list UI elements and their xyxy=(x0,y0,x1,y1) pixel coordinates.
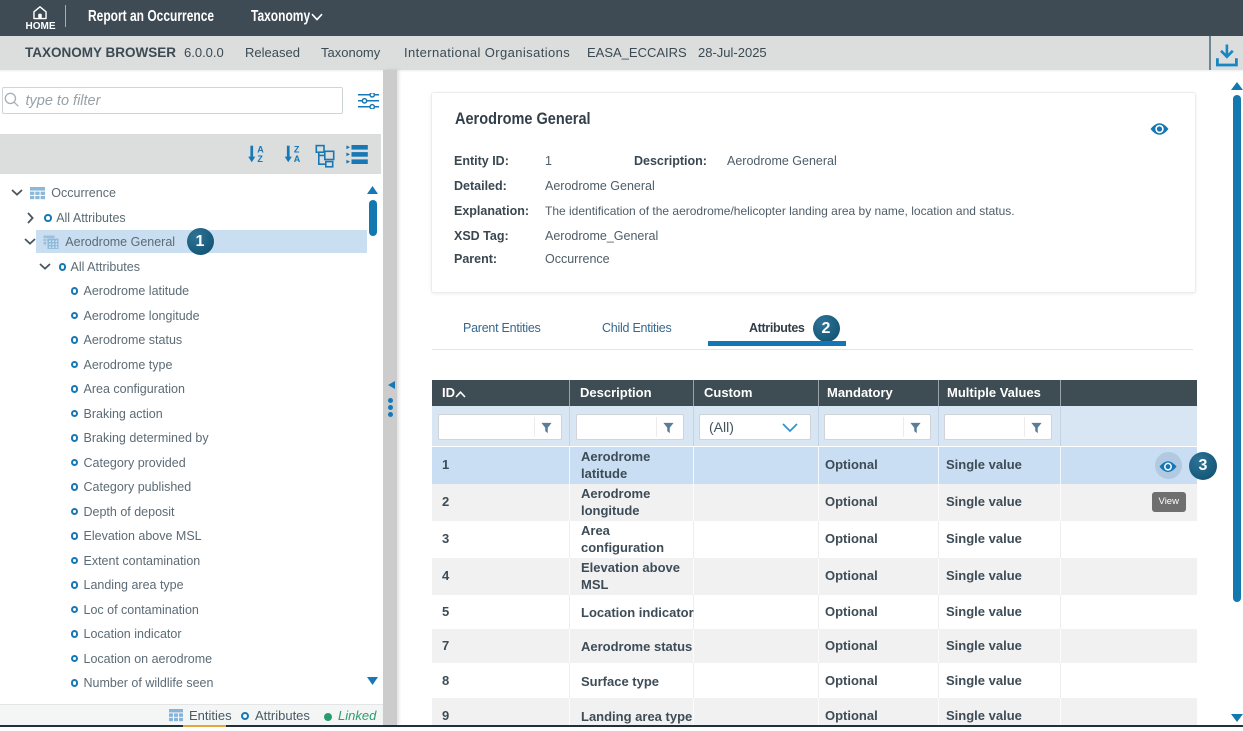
svg-text:Z: Z xyxy=(257,154,263,164)
svg-text:A: A xyxy=(294,154,301,164)
svg-text:Z: Z xyxy=(294,144,300,154)
svg-text:A: A xyxy=(257,144,264,154)
